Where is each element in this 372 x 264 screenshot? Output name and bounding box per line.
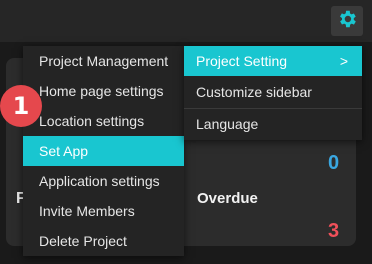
top-bar: [0, 0, 372, 42]
menu-item-delete-project[interactable]: Delete Project: [23, 226, 184, 256]
chevron-right-icon: >: [339, 53, 348, 69]
settings-menu: Project Management Home page settings Lo…: [23, 46, 184, 256]
menu-item-invite-members[interactable]: Invite Members: [23, 196, 184, 226]
overdue-count: 3: [328, 220, 340, 242]
progress-count: 0: [328, 152, 340, 174]
submenu-item-label: Project Setting: [196, 53, 288, 69]
overdue-label: Overdue: [197, 190, 258, 207]
menu-item-home-page-settings[interactable]: Home page settings: [23, 76, 184, 106]
gear-icon: [336, 8, 358, 35]
submenu-item-project-setting[interactable]: Project Setting >: [184, 46, 362, 76]
submenu-item-language[interactable]: Language: [184, 109, 362, 139]
menu-item-application-settings[interactable]: Application settings: [23, 166, 184, 196]
project-setting-submenu: Project Setting > Customize sidebar Lang…: [184, 46, 362, 140]
settings-button[interactable]: [331, 6, 363, 36]
submenu-item-customize-sidebar[interactable]: Customize sidebar: [184, 77, 362, 107]
menu-item-set-app[interactable]: Set App: [23, 136, 184, 166]
step-number-badge: 1: [0, 85, 42, 127]
menu-item-project-management[interactable]: Project Management: [23, 46, 184, 76]
menu-item-location-settings[interactable]: Location settings: [23, 106, 184, 136]
